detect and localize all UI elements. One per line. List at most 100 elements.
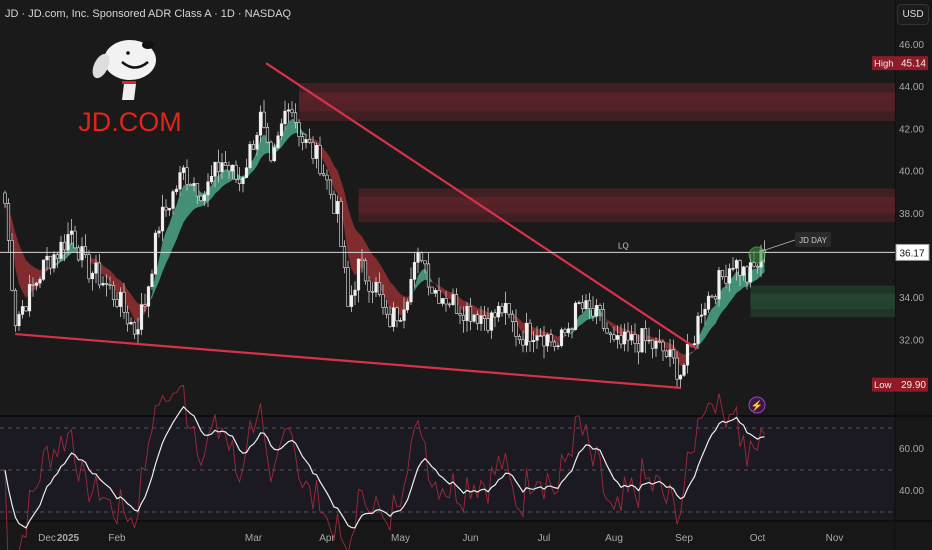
candle-body [216,161,221,173]
price-chart[interactable]: JD.COM LQ JD DAY ⚡ 46.00 44.00 42.00 40.00 38.00… [0,0,932,550]
candle-body [619,335,623,345]
ema-ribbon-segment [260,134,264,159]
candle-body [248,144,252,169]
candle-body [157,230,161,234]
ema-ribbon-segment [390,281,394,310]
candle-body [416,252,420,263]
candle-body [160,206,165,232]
candle-body [111,285,116,300]
zone-band [299,111,895,121]
ema-ribbon-segment [183,185,187,223]
candle-body [440,298,445,304]
ema-ribbon-segment [334,165,338,193]
candle-body [559,329,564,347]
candle-body [608,332,613,336]
candle-body [195,183,200,197]
candle-body [311,142,315,159]
chart-window: JD.COM LQ JD DAY ⚡ 46.00 44.00 42.00 40.00 38.00… [0,0,932,550]
ema-ribbon-segment [19,244,23,292]
candle-body [346,267,350,307]
candle-body [514,321,518,337]
candle-body [458,313,462,316]
zone-0 [299,82,895,121]
ema-ribbon-segment [680,353,684,366]
candle-body [587,300,592,309]
candle-body [55,254,60,259]
candle-body [584,300,588,310]
candle-body [531,340,536,342]
candle-body [591,308,595,317]
high-badge: High 45.14 [872,56,928,71]
logo-dog-nose [142,41,154,49]
candle-body [178,172,182,190]
candle-body [87,254,91,280]
candle-body [304,139,308,143]
candle-body [405,301,410,311]
time-tick-label: Jul [538,533,551,544]
candle-body [181,167,186,173]
callout-label: JD DAY [799,236,828,245]
zone-band [358,205,895,214]
candle-body [612,334,616,340]
candle-body [69,230,74,235]
candle-body [720,270,725,278]
candle-body [706,295,711,310]
candle-body [108,283,112,286]
candle-body [391,307,396,327]
zone-band [750,285,895,294]
candle-body [493,312,497,318]
zone-band [750,293,895,302]
candle-body [223,162,228,166]
price-tick-label: 38.00 [899,209,924,220]
candle-body [398,320,403,322]
candle-body [409,279,413,303]
zone-band [299,92,895,102]
candle-body [153,232,158,275]
currency-button[interactable]: USD [897,4,929,25]
price-tick-label: 46.00 [899,40,924,51]
candle-body [115,299,119,307]
candle-body [472,314,476,322]
candle-body [241,177,245,184]
candle-body [24,306,28,312]
candle-body [255,134,259,150]
time-tick-label: Dec [38,533,56,544]
ema-ribbon-segment [225,169,229,185]
candle-body [45,255,49,261]
candle-body [227,165,231,172]
candle-body [251,144,256,150]
ema-ribbon-segment [22,252,26,299]
ema-ribbon-segment [533,327,537,337]
candle-body [213,161,217,177]
candle-body [122,291,126,313]
candle-body [682,364,686,376]
candle-body [272,147,277,162]
time-tick-label: Mar [245,533,263,544]
candle-body [433,290,438,294]
candle-body [101,283,105,286]
zone-band [358,196,895,206]
candle-body [479,315,483,324]
candle-body [629,334,634,341]
candle-body [286,109,291,112]
candle-body [118,291,123,307]
candle-body [104,283,109,285]
candle-body [713,296,718,300]
candle-body [454,294,459,314]
price-tick-label: 42.00 [899,124,924,135]
price-tick-label: 32.00 [899,335,924,346]
time-tick-label: Apr [319,533,335,544]
candle-body [94,262,98,274]
candle-body [171,191,175,209]
candle-body [745,266,749,283]
candle-body [661,341,665,352]
candle-body [675,357,679,380]
candle-body [41,259,46,280]
candle-body [622,331,627,345]
candle-body [489,312,494,331]
candle-body [129,322,133,325]
candle-body [3,192,7,204]
candle-body [615,335,620,340]
candle-body [237,178,242,184]
badge-value: 29.90 [901,380,926,391]
